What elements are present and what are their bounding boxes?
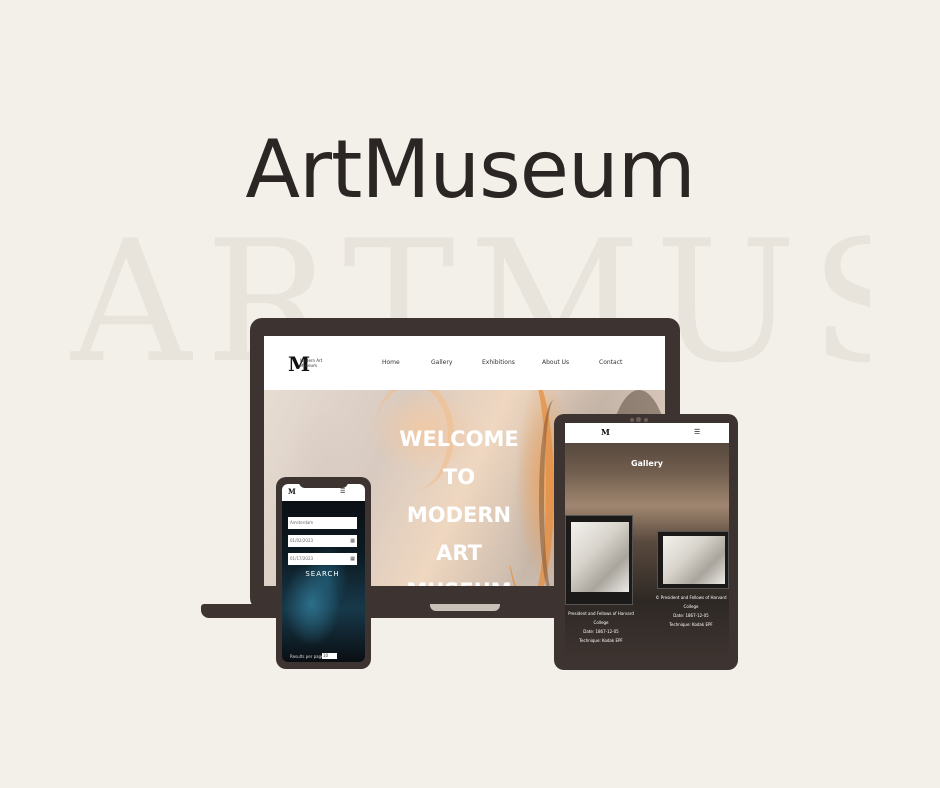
nav-about-us[interactable]: About Us bbox=[542, 359, 569, 366]
artwork-card[interactable] bbox=[565, 515, 633, 605]
artwork-card[interactable] bbox=[657, 531, 729, 589]
search-button[interactable]: SEARCH bbox=[288, 570, 357, 578]
hero-line: ART bbox=[436, 541, 482, 565]
tablet-screen: M ☰ Gallery President and Fellows of Har… bbox=[565, 423, 729, 660]
tablet-camera-dot bbox=[644, 418, 648, 422]
end-date-value: 01/17/2023 bbox=[290, 556, 314, 561]
end-date-input[interactable]: 01/17/2023 ▦ bbox=[288, 553, 357, 565]
start-date-value: 01/02/2023 bbox=[290, 538, 314, 543]
nav-contact[interactable]: Contact bbox=[599, 359, 622, 366]
artwork-caption: President and Fellows of Harvard College… bbox=[565, 609, 641, 645]
gallery-title: Gallery bbox=[630, 459, 664, 468]
artwork-technique: Technique: Kodak EPF bbox=[669, 622, 713, 627]
hero-welcome-text: WELCOME TO MODERN ART MUSEUM bbox=[364, 420, 554, 586]
phone-screen: M ☰ Amsterdam 01/02/2023 ▦ 01/17/2023 ▦ … bbox=[282, 484, 365, 662]
location-input[interactable]: Amsterdam bbox=[288, 517, 357, 529]
calendar-icon[interactable]: ▦ bbox=[350, 556, 355, 562]
hero-line: MUSEUM bbox=[364, 572, 554, 586]
artwork-owner: © President and Fellows of Harvard Colle… bbox=[655, 595, 727, 609]
hamburger-icon[interactable]: ☰ bbox=[340, 489, 345, 495]
artwork-date: Date: 1867-12-05 bbox=[583, 629, 619, 634]
nav-gallery[interactable]: Gallery bbox=[431, 359, 452, 366]
tablet-camera-dot bbox=[630, 418, 634, 422]
hero-line: WELCOME bbox=[399, 427, 519, 451]
artwork-technique: Technique: Kodak EPF bbox=[579, 638, 623, 643]
tablet-logo[interactable]: M bbox=[601, 428, 610, 436]
results-per-page-select[interactable]: 10 bbox=[322, 653, 337, 659]
hero-line: TO bbox=[442, 465, 476, 489]
artwork-date: Date: 1867-12-05 bbox=[673, 613, 709, 618]
nav-exhibitions[interactable]: Exhibitions bbox=[482, 359, 515, 366]
phone-logo[interactable]: M bbox=[288, 488, 296, 495]
tablet-camera-icon bbox=[636, 417, 641, 422]
artwork-image bbox=[663, 536, 725, 584]
artwork-caption: © President and Fellows of Harvard Colle… bbox=[649, 593, 729, 629]
artwork-owner: President and Fellows of Harvard College bbox=[568, 611, 634, 625]
site-header: M Modern Art Museum Home Gallery Exhibit… bbox=[264, 336, 665, 390]
start-date-input[interactable]: 01/02/2023 ▦ bbox=[288, 535, 357, 547]
brand-title: ArtMuseum bbox=[245, 123, 695, 216]
hamburger-icon[interactable]: ☰ bbox=[694, 429, 700, 436]
hero-line: MODERN bbox=[406, 503, 512, 527]
tablet-header: M ☰ bbox=[565, 423, 729, 443]
calendar-icon[interactable]: ▦ bbox=[350, 538, 355, 544]
site-logo-text: Modern Art Museum bbox=[300, 358, 323, 368]
results-per-page-label: Results per page: bbox=[290, 654, 325, 659]
location-value: Amsterdam bbox=[290, 520, 314, 525]
artwork-image bbox=[571, 522, 629, 592]
laptop-notch bbox=[430, 604, 500, 611]
nav-home[interactable]: Home bbox=[382, 359, 400, 366]
phone-notch bbox=[299, 480, 348, 488]
